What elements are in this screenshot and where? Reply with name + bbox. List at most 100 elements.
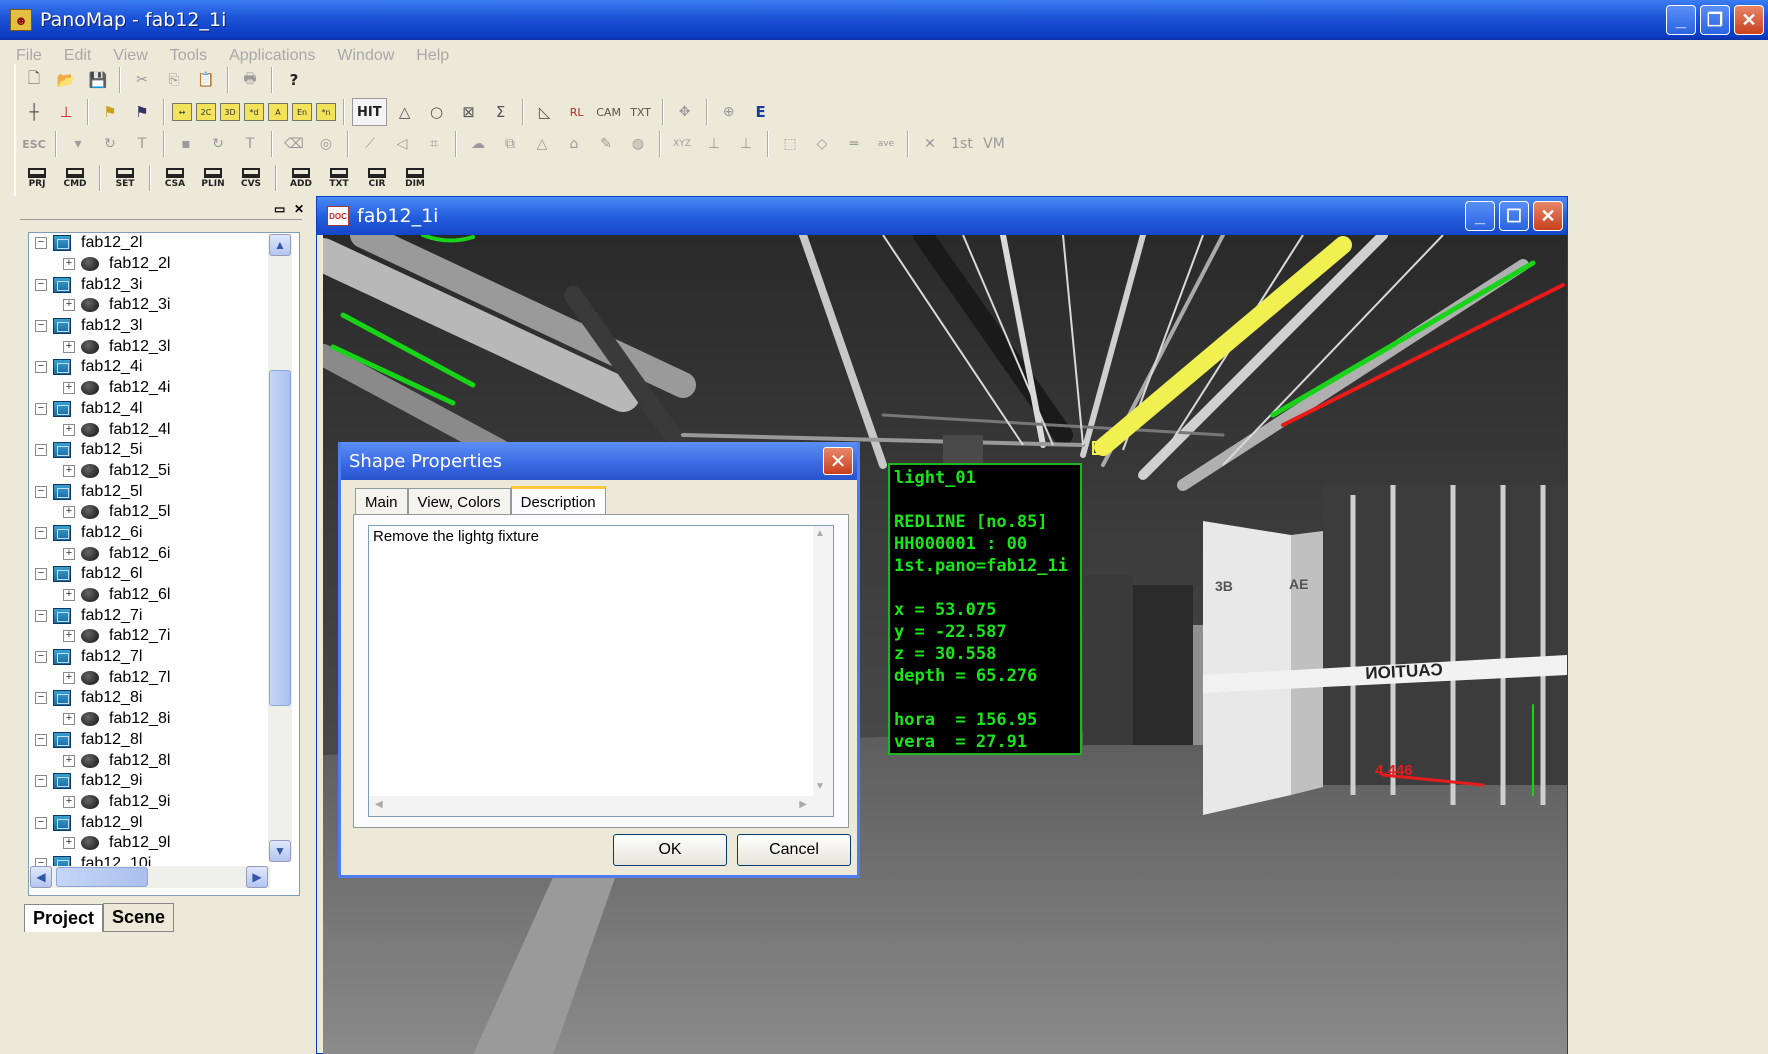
text-t2-icon[interactable]: T <box>236 130 264 158</box>
cvs-button[interactable]: CVS <box>234 164 268 192</box>
collapse-icon[interactable]: − <box>35 609 47 622</box>
collapse-icon[interactable]: − <box>35 733 47 746</box>
scroll-left-icon[interactable]: ◀ <box>30 866 52 888</box>
tree-node[interactable]: − fab12_3i <box>35 274 267 295</box>
tag-4-icon[interactable]: *d <box>244 103 264 121</box>
expand-icon[interactable]: + <box>63 630 75 643</box>
tree-child-node[interactable]: + fab12_3i <box>35 295 267 316</box>
x-box-icon[interactable]: ⊠ <box>455 98 483 126</box>
document-title-bar[interactable]: DOC fab12_1i _ ☐ ✕ <box>317 197 1567 235</box>
collapse-icon[interactable]: − <box>35 237 47 250</box>
collapse-icon[interactable]: − <box>35 568 47 581</box>
doc-close-button[interactable]: ✕ <box>1533 201 1563 231</box>
menu-tools[interactable]: Tools <box>170 47 207 65</box>
tree-node[interactable]: − fab12_5i <box>35 440 267 461</box>
expand-icon[interactable]: + <box>63 837 75 850</box>
expand-icon[interactable]: + <box>63 423 75 436</box>
tree-child-node[interactable]: + fab12_8i <box>35 709 267 730</box>
rl-icon[interactable]: RL <box>563 98 591 126</box>
tree-child-node[interactable]: + fab12_9i <box>35 792 267 813</box>
tree-node[interactable]: − fab12_3l <box>35 316 267 337</box>
cloud-icon[interactable]: ☁ <box>464 130 492 158</box>
collapse-icon[interactable]: − <box>35 444 47 457</box>
diamond-icon[interactable]: ◇ <box>808 130 836 158</box>
first-button[interactable]: 1st <box>948 130 976 158</box>
expand-icon[interactable]: + <box>63 713 75 726</box>
tree-child-node[interactable]: + fab12_4i <box>35 378 267 399</box>
menu-applications[interactable]: Applications <box>229 47 315 65</box>
expand-icon[interactable]: + <box>63 754 75 767</box>
tree-vertical-scrollbar[interactable]: ▲ ▼ <box>268 234 292 862</box>
move-icon[interactable]: ✥ <box>671 98 699 126</box>
menu-help[interactable]: Help <box>416 47 449 65</box>
set-button[interactable]: SET <box>108 164 142 192</box>
scroll-thumb[interactable] <box>269 370 291 706</box>
esc-button[interactable]: ESC <box>20 130 48 158</box>
tree-node[interactable]: − fab12_6i <box>35 523 267 544</box>
scroll-up-icon[interactable]: ▲ <box>269 234 291 256</box>
tree-child-node[interactable]: + fab12_3l <box>35 336 267 357</box>
collapse-icon[interactable]: − <box>35 775 47 788</box>
level-icon[interactable]: ⊥ <box>700 130 728 158</box>
cir-button[interactable]: CIR <box>360 164 394 192</box>
title-bar[interactable]: ☻ PanoMap - fab12_1i _ ❐ ✕ <box>0 0 1768 40</box>
copy-shape-icon[interactable]: ⧉ <box>496 130 524 158</box>
tree-node[interactable]: − fab12_7i <box>35 605 267 626</box>
collapse-icon[interactable]: − <box>35 278 47 291</box>
expand-icon[interactable]: + <box>63 547 75 560</box>
open-folder-icon[interactable]: 📂 <box>52 66 80 94</box>
menu-edit[interactable]: Edit <box>64 47 92 65</box>
txt-button[interactable]: TXT <box>322 164 356 192</box>
line-icon[interactable]: ⟋ <box>356 130 384 158</box>
rotate-icon[interactable]: ↻ <box>96 130 124 158</box>
vm-button[interactable]: VM <box>980 130 1008 158</box>
dot-icon[interactable]: ▾ <box>64 130 92 158</box>
eraser-icon[interactable]: ⌫ <box>280 130 308 158</box>
expand-icon[interactable]: + <box>63 795 75 808</box>
tag-5-icon[interactable]: A <box>268 103 288 121</box>
tree-child-node[interactable]: + fab12_7i <box>35 626 267 647</box>
dialog-title-bar[interactable]: Shape Properties <box>341 442 857 480</box>
help-icon[interactable]: ? <box>280 66 308 94</box>
restore-button[interactable]: ❐ <box>1700 5 1730 35</box>
collapse-icon[interactable]: − <box>35 485 47 498</box>
rotate2-icon[interactable]: ↻ <box>204 130 232 158</box>
multiply-icon[interactable]: ✕ <box>916 130 944 158</box>
tag-3d-icon[interactable]: 3D <box>220 103 240 121</box>
level2-icon[interactable]: ⊥ <box>732 130 760 158</box>
house-icon[interactable]: ⌂ <box>560 130 588 158</box>
tree-node[interactable]: − fab12_4i <box>35 357 267 378</box>
tree-node[interactable]: − fab12_6l <box>35 564 267 585</box>
ok-button[interactable]: OK <box>613 834 727 866</box>
menu-file[interactable]: File <box>16 47 42 65</box>
tree-child-node[interactable]: + fab12_6i <box>35 543 267 564</box>
blue-e-icon[interactable]: E <box>747 98 775 126</box>
description-hscroll[interactable]: ◀ ▶ <box>369 796 813 816</box>
cut-icon[interactable]: ✂ <box>128 66 156 94</box>
collapse-icon[interactable]: − <box>35 816 47 829</box>
crosshair-icon[interactable]: ┼ <box>20 98 48 126</box>
tree-node[interactable]: − fab12_8l <box>35 730 267 751</box>
scroll-up-icon[interactable]: ▲ <box>815 528 825 539</box>
minimize-button[interactable]: _ <box>1666 5 1696 35</box>
save-icon[interactable]: 💾 <box>84 66 112 94</box>
cmd-button[interactable]: CMD <box>58 164 92 192</box>
tree-child-node[interactable]: + fab12_2l <box>35 254 267 275</box>
circle-target-icon[interactable]: ◎ <box>312 130 340 158</box>
globe-icon[interactable]: ◍ <box>624 130 652 158</box>
description-vscroll[interactable]: ▲ ▼ <box>813 526 833 816</box>
brush-icon[interactable]: ✎ <box>592 130 620 158</box>
collapse-icon[interactable]: − <box>35 692 47 705</box>
point-icon[interactable]: ▪ <box>172 130 200 158</box>
tree-child-node[interactable]: + fab12_5l <box>35 502 267 523</box>
hscroll-thumb[interactable] <box>56 867 148 887</box>
cancel-button[interactable]: Cancel <box>737 834 851 866</box>
frame-icon[interactable]: ⌗ <box>420 130 448 158</box>
scroll-left-icon[interactable]: ◀ <box>375 799 383 810</box>
tag-1-icon[interactable]: ↔ <box>172 103 192 121</box>
tag-6-icon[interactable]: En <box>292 103 312 121</box>
dim-button[interactable]: DIM <box>398 164 432 192</box>
minus-icon[interactable]: ═ <box>840 130 868 158</box>
tree-node[interactable]: − fab12_9l <box>35 812 267 833</box>
add-button[interactable]: ADD <box>284 164 318 192</box>
